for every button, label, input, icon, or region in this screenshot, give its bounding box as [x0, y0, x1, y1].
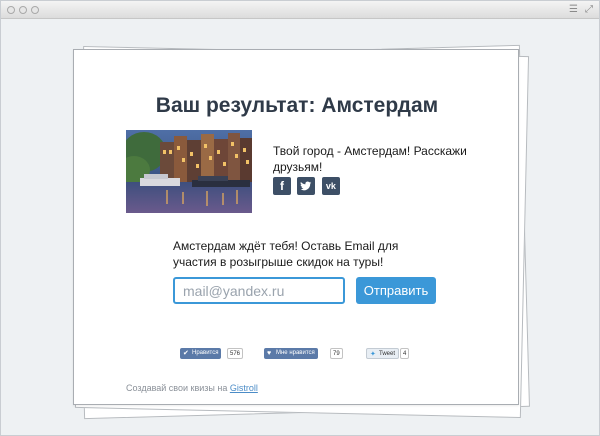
browser-window: ☰ ⤢ Ваш результат: Амстердам Твой город … — [0, 0, 600, 436]
tweet-button[interactable]: ✦ Tweet — [366, 348, 400, 359]
like-label-fb: Нравится — [192, 350, 219, 356]
footer-text: Создавай свои квизы на — [126, 383, 230, 393]
twitter-bird-icon: ✦ — [370, 351, 376, 358]
social-share-buttons: f vk — [273, 177, 342, 195]
footer-credit: Создавай свои квизы на Gistroll — [126, 383, 258, 393]
tweet-label: Tweet — [379, 351, 396, 357]
like-counter-vk: 79 — [330, 348, 343, 359]
heart-icon: ♥ — [267, 350, 272, 357]
submit-button[interactable]: Отправить — [356, 277, 436, 304]
window-titlebar: ☰ ⤢ — [1, 1, 599, 19]
expand-icon[interactable]: ⤢ — [585, 4, 593, 16]
facebook-icon: f — [280, 179, 284, 193]
vk-share-button[interactable]: vk — [321, 177, 340, 195]
twitter-icon — [297, 177, 315, 200]
like-label-vk: Мне нравится — [276, 350, 315, 356]
like-button-fb[interactable]: ✔ Нравится — [180, 348, 222, 359]
like-counter-fb: 576 — [227, 348, 244, 359]
menu-icon[interactable]: ☰ — [569, 4, 578, 16]
tweet-counter: 4 — [400, 348, 410, 359]
zoom-window-button[interactable] — [31, 6, 39, 14]
result-title: Ваш результат: Амстердам — [155, 94, 439, 117]
thumbs-up-icon: ✔ — [183, 350, 189, 357]
share-text: Твой город - Амстердам! Расскажи друзьям… — [273, 144, 467, 174]
email-input[interactable] — [173, 277, 345, 304]
minimize-window-button[interactable] — [19, 6, 27, 14]
gistroll-link[interactable]: Gistroll — [230, 383, 258, 393]
amsterdam-photo — [126, 130, 252, 213]
facebook-share-button[interactable]: f — [273, 177, 291, 195]
close-window-button[interactable] — [7, 6, 15, 14]
twitter-share-button[interactable] — [297, 177, 316, 195]
email-prompt: Амстердам ждёт тебя! Оставь Email для уч… — [173, 239, 399, 269]
like-button-vk[interactable]: ♥ Мне нравится — [264, 348, 318, 359]
vk-icon: vk — [325, 181, 336, 191]
quiz-result-card: Ваш результат: Амстердам Твой город - Ам… — [73, 49, 519, 405]
